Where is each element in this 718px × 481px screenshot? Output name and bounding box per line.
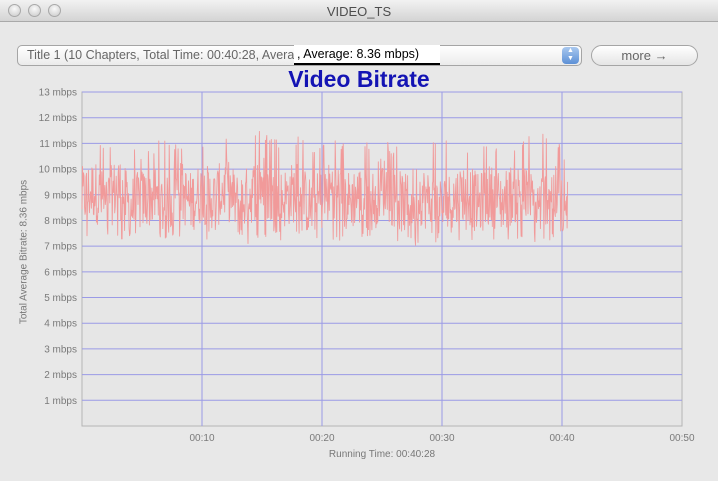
y-tick-label: 4 mbps: [44, 319, 77, 330]
y-tick-label: 12 mbps: [39, 113, 77, 124]
y-tick-label: 2 mbps: [44, 370, 77, 381]
x-tick-label: 00:20: [309, 433, 334, 444]
x-tick-label: 00:50: [669, 433, 694, 444]
x-axis-ticks: 00:10 00:20 00:30 00:40 00:50: [189, 433, 694, 444]
y-tick-label: 11 mbps: [39, 139, 77, 150]
y-tick-label: 8 mbps: [44, 216, 77, 227]
y-tick-label: 10 mbps: [39, 165, 77, 176]
x-tick-label: 00:10: [189, 433, 214, 444]
y-axis-ticks: 1 mbps 2 mbps 3 mbps 4 mbps 5 mbps 6 mbps 7 mb…: [39, 88, 77, 407]
y-tick-label: 7 mbps: [44, 242, 77, 253]
y-tick-label: 13 mbps: [39, 88, 77, 99]
x-tick-label: 00:30: [429, 433, 454, 444]
x-axis-title: Running Time: 00:40:28: [328, 449, 436, 460]
y-axis-title: Total Average Bitrate: 8.36 mbps: [16, 179, 32, 325]
y-tick-label: 1 mbps: [44, 396, 77, 407]
y-tick-label: 6 mbps: [44, 267, 77, 278]
bitrate-chart: 1 mbps 2 mbps 3 mbps 4 mbps 5 mbps 6 mbps 7 mb…: [39, 88, 695, 445]
plot-area: [81, 91, 683, 427]
x-tick-label: 00:40: [549, 433, 574, 444]
y-axis-title-text: Total Average Bitrate: 8.36 mbps: [18, 179, 30, 325]
y-tick-label: 9 mbps: [44, 190, 77, 201]
y-tick-label: 5 mbps: [44, 293, 77, 304]
y-tick-label: 3 mbps: [44, 344, 77, 355]
